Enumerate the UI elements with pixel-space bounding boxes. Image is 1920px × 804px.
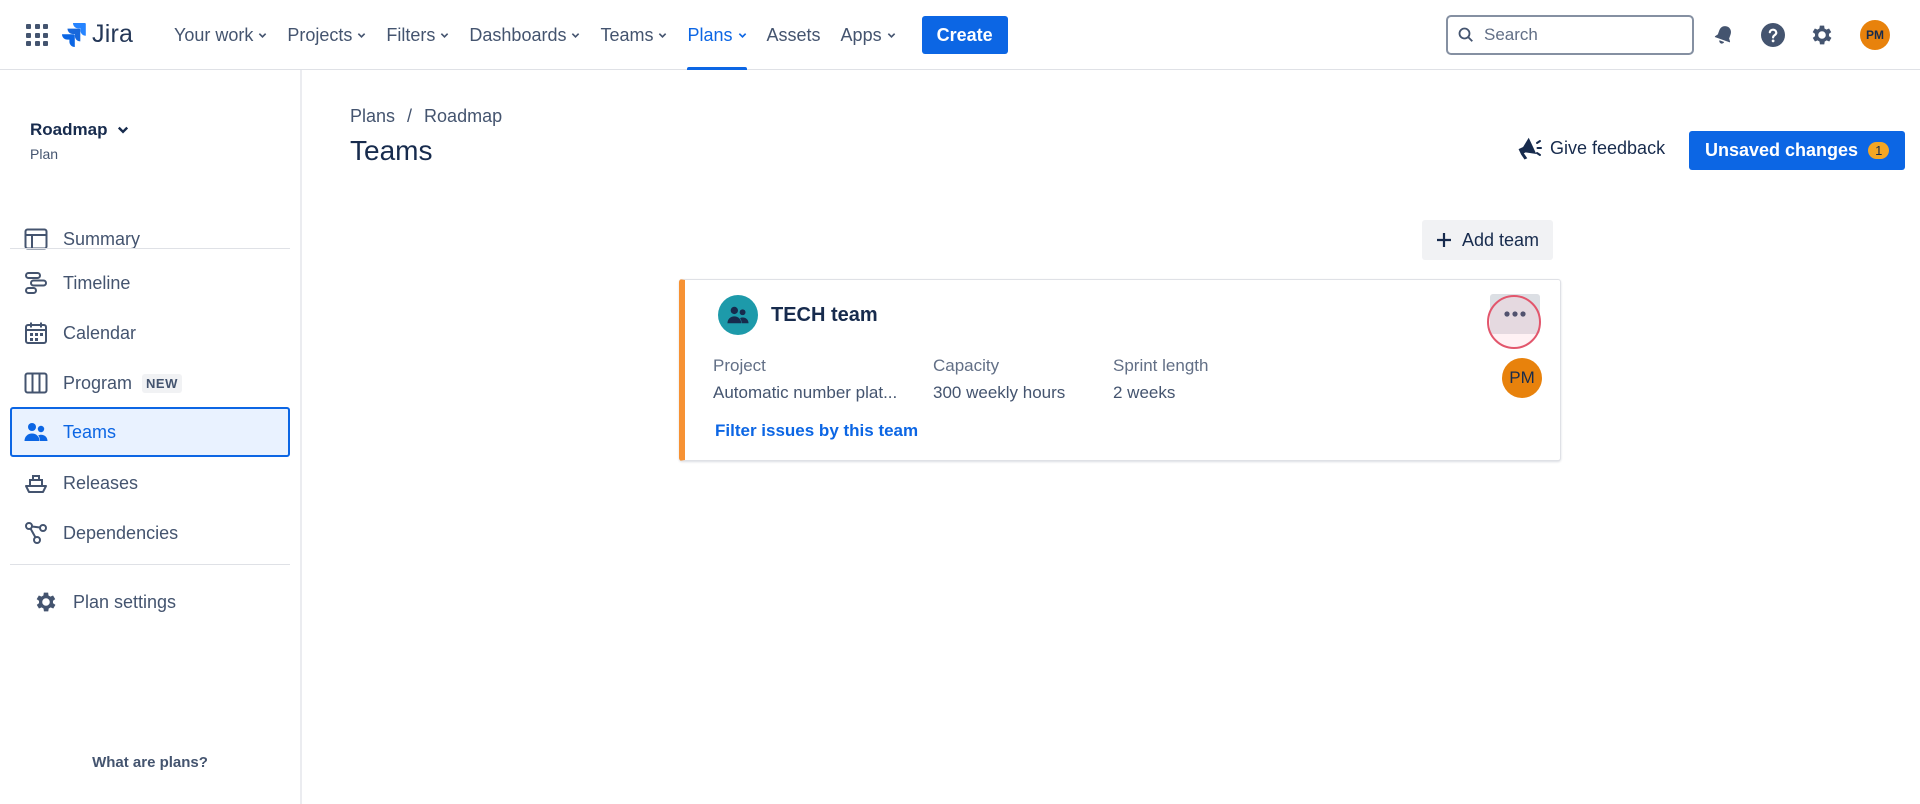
search-icon bbox=[1458, 27, 1473, 42]
user-avatar[interactable]: PM bbox=[1860, 20, 1890, 50]
chevron-down-icon bbox=[887, 32, 895, 38]
nav-teams[interactable]: Teams bbox=[590, 0, 677, 70]
nav-plans[interactable]: Plans bbox=[677, 0, 756, 70]
nav-label: Dashboards bbox=[469, 24, 567, 45]
more-actions-button[interactable] bbox=[1490, 294, 1540, 334]
nav-menu: Your work Projects Filters Dashboards Te… bbox=[164, 0, 1008, 70]
sprint-length-field: Sprint length 2 weeks bbox=[1113, 356, 1208, 403]
sidebar-divider bbox=[10, 248, 290, 249]
sidebar-item-label: Calendar bbox=[63, 322, 137, 343]
what-are-plans-link[interactable]: What are plans? bbox=[0, 754, 300, 771]
breadcrumb-plans[interactable]: Plans bbox=[350, 106, 395, 127]
help-icon[interactable] bbox=[1759, 21, 1787, 49]
sidebar-item-plan-settings[interactable]: Plan settings bbox=[10, 579, 290, 625]
top-navigation: Jira Your work Projects Filters Dashboar… bbox=[0, 0, 1920, 70]
search-box[interactable] bbox=[1446, 15, 1694, 55]
chevron-down-icon bbox=[441, 32, 449, 38]
sidebar-item-program[interactable]: Program NEW bbox=[10, 360, 290, 406]
team-card: TECH team Project Automatic number plat.… bbox=[679, 279, 1561, 461]
nav-label: Projects bbox=[287, 24, 353, 45]
sidebar-item-releases[interactable]: Releases bbox=[10, 460, 290, 506]
sidebar-item-label: Timeline bbox=[63, 272, 131, 293]
settings-icon bbox=[32, 588, 60, 616]
dependencies-icon bbox=[22, 519, 50, 547]
sidebar-item-summary[interactable]: Summary bbox=[10, 216, 290, 262]
logo-text: Jira bbox=[92, 20, 134, 48]
nav-label: Assets bbox=[766, 24, 821, 45]
nav-filters[interactable]: Filters bbox=[376, 0, 459, 70]
plan-sidebar: Roadmap Plan Summary Timeline Calendar P… bbox=[0, 70, 302, 804]
chevron-down-icon bbox=[118, 126, 129, 134]
search-input[interactable] bbox=[1484, 25, 1674, 45]
megaphone-icon bbox=[1518, 137, 1542, 160]
chevron-down-icon bbox=[572, 32, 580, 38]
capacity-field: Capacity 300 weekly hours bbox=[933, 356, 1065, 403]
project-value: Automatic number plat... bbox=[713, 383, 898, 402]
unsaved-changes-button[interactable]: Unsaved changes 1 bbox=[1689, 131, 1906, 170]
plan-title: Roadmap bbox=[30, 120, 108, 139]
sidebar-item-calendar[interactable]: Calendar bbox=[10, 310, 290, 356]
sidebar-item-timeline[interactable]: Timeline bbox=[10, 260, 290, 306]
project-label: Project bbox=[713, 356, 766, 375]
notifications-icon[interactable] bbox=[1710, 21, 1738, 49]
jira-logo[interactable]: Jira bbox=[62, 20, 133, 49]
breadcrumb: Plans / Roadmap bbox=[350, 106, 502, 127]
nav-label: Filters bbox=[386, 24, 436, 45]
nav-apps[interactable]: Apps bbox=[831, 0, 906, 70]
capacity-value: 300 weekly hours bbox=[933, 383, 1066, 402]
chevron-down-icon bbox=[738, 32, 746, 38]
page-title: Teams bbox=[350, 135, 433, 166]
sidebar-item-label: Releases bbox=[63, 472, 139, 493]
team-avatar-icon bbox=[718, 295, 758, 335]
timeline-icon bbox=[22, 269, 50, 297]
add-team-button[interactable]: Add team bbox=[1422, 220, 1554, 260]
jira-logo-icon bbox=[62, 22, 86, 47]
chevron-down-icon bbox=[659, 32, 667, 38]
settings-icon[interactable] bbox=[1808, 21, 1836, 49]
new-badge: NEW bbox=[142, 373, 182, 393]
give-feedback-label: Give feedback bbox=[1550, 137, 1666, 158]
project-field: Project Automatic number plat... bbox=[713, 356, 897, 403]
sprint-length-label: Sprint length bbox=[1113, 356, 1209, 375]
plus-icon bbox=[1437, 233, 1451, 247]
nav-label: Your work bbox=[174, 24, 254, 45]
nav-label: Apps bbox=[840, 24, 882, 45]
sidebar-item-dependencies[interactable]: Dependencies bbox=[10, 510, 290, 556]
nav-your-work[interactable]: Your work bbox=[164, 0, 277, 70]
nav-label: Plans bbox=[687, 24, 733, 45]
unsaved-changes-label: Unsaved changes bbox=[1705, 140, 1859, 160]
app-switcher-icon[interactable] bbox=[26, 24, 48, 46]
breadcrumb-roadmap[interactable]: Roadmap bbox=[424, 106, 502, 127]
sidebar-item-label: Plan settings bbox=[73, 591, 177, 612]
calendar-icon bbox=[22, 319, 50, 347]
nav-label: Teams bbox=[600, 24, 654, 45]
sprint-length-value: 2 weeks bbox=[1113, 383, 1176, 402]
plan-switcher[interactable]: Roadmap bbox=[30, 120, 129, 140]
sidebar-item-label: Dependencies bbox=[63, 522, 179, 543]
nav-dashboards[interactable]: Dashboards bbox=[459, 0, 590, 70]
chevron-down-icon bbox=[358, 32, 366, 38]
sidebar-item-label: Teams bbox=[63, 421, 117, 442]
team-member-avatar[interactable]: PM bbox=[1502, 358, 1542, 398]
sidebar-divider bbox=[10, 564, 290, 565]
program-icon bbox=[22, 369, 50, 397]
breadcrumb-separator: / bbox=[407, 106, 413, 126]
capacity-label: Capacity bbox=[933, 356, 1000, 375]
nav-assets[interactable]: Assets bbox=[757, 0, 831, 70]
sidebar-item-teams[interactable]: Teams bbox=[10, 407, 290, 457]
chevron-down-icon bbox=[259, 32, 267, 38]
filter-issues-link[interactable]: Filter issues by this team bbox=[715, 421, 918, 441]
sidebar-item-label: Summary bbox=[63, 228, 141, 249]
nav-projects[interactable]: Projects bbox=[277, 0, 376, 70]
teams-icon bbox=[22, 418, 50, 446]
unsaved-count-badge: 1 bbox=[1868, 142, 1890, 159]
create-button[interactable]: Create bbox=[921, 16, 1008, 54]
add-team-label: Add team bbox=[1462, 229, 1540, 250]
team-name: TECH team bbox=[771, 304, 878, 326]
more-icon bbox=[1504, 311, 1526, 317]
plan-subtitle: Plan bbox=[30, 146, 59, 162]
sidebar-item-label: Program bbox=[63, 372, 133, 393]
give-feedback-button[interactable]: Give feedback bbox=[1516, 136, 1665, 160]
ship-icon bbox=[22, 469, 50, 497]
